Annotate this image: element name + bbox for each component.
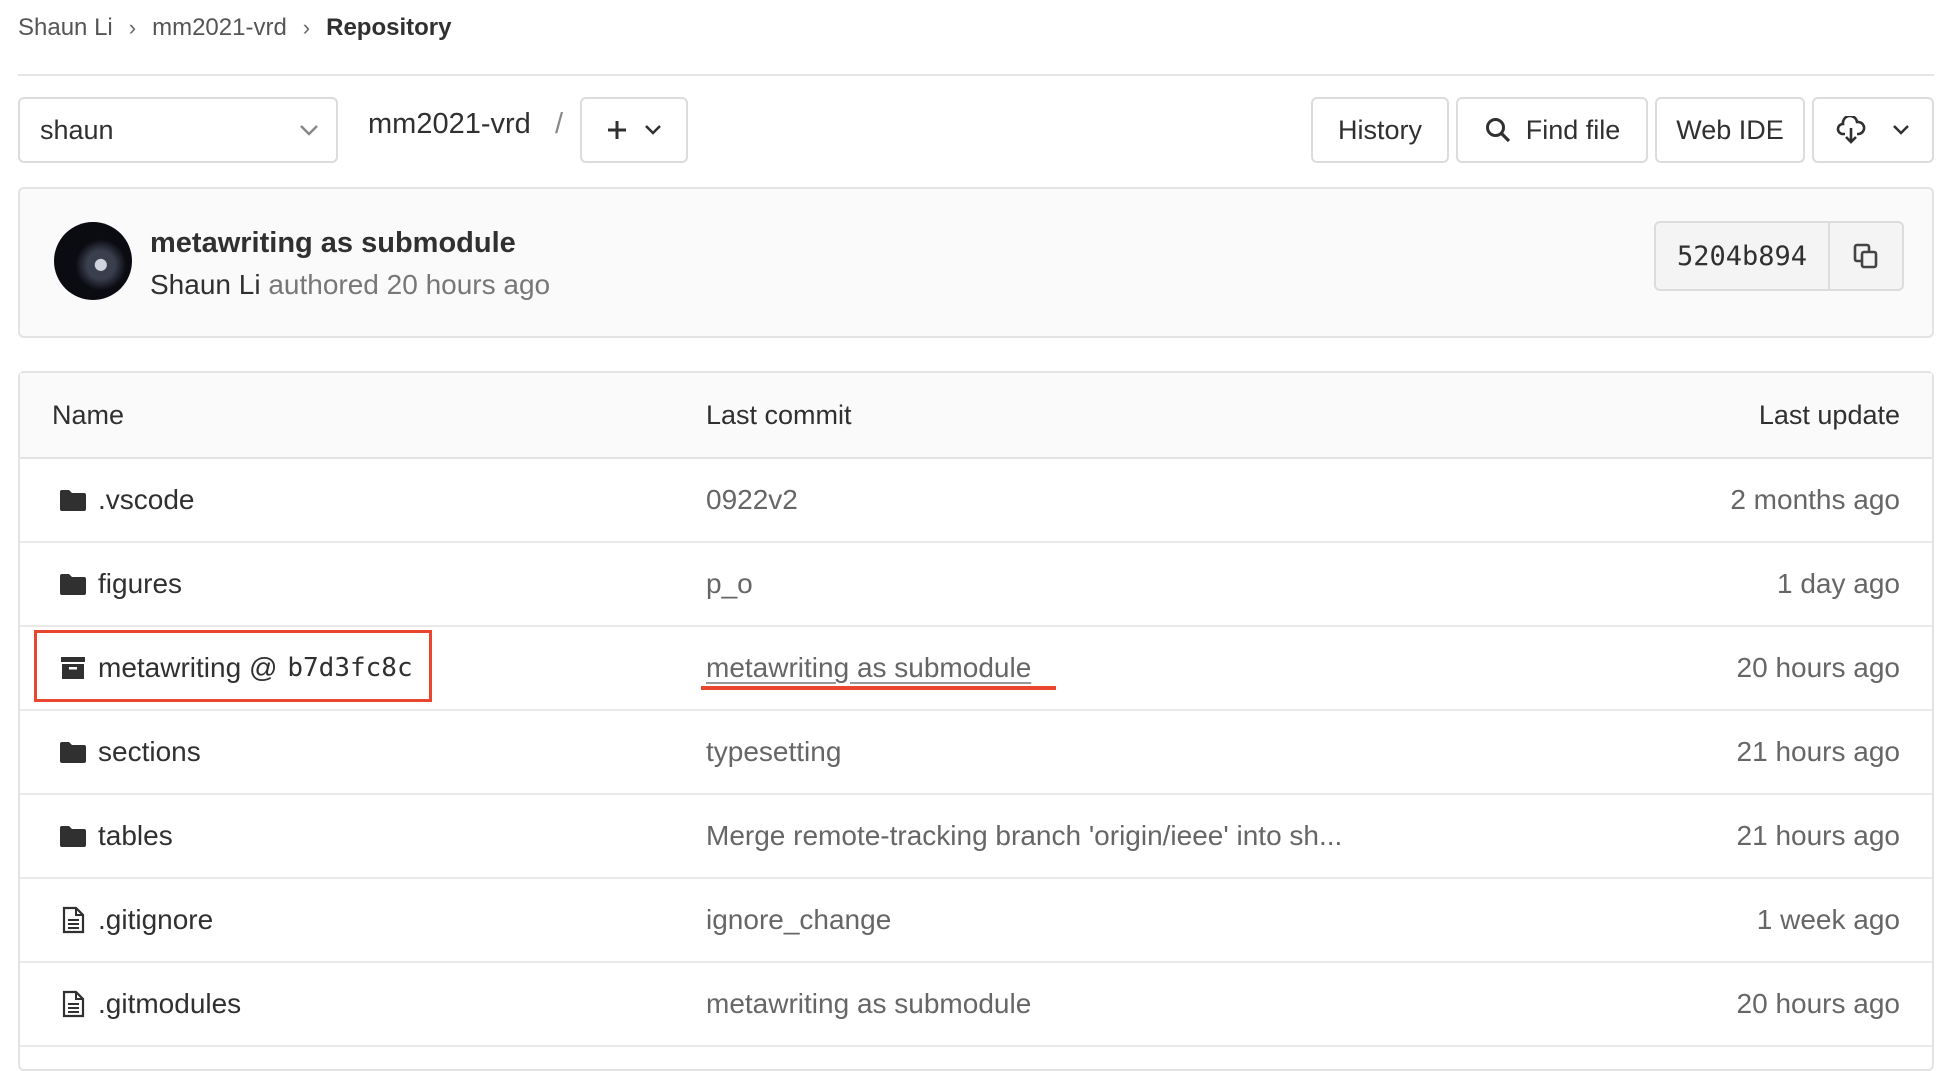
- last-update-time: 21 hours ago: [1736, 736, 1900, 767]
- file-name-cell[interactable]: metawriting @ b7d3fc8c: [58, 627, 413, 709]
- copy-sha-button[interactable]: [1830, 223, 1902, 289]
- search-icon: [1485, 118, 1510, 143]
- breadcrumb-repository[interactable]: Repository: [326, 14, 451, 42]
- commit-title[interactable]: metawriting as submodule: [150, 227, 516, 260]
- find-file-label: Find file: [1525, 114, 1621, 145]
- branch-select[interactable]: shaun: [18, 97, 338, 163]
- header-divider: [18, 74, 1934, 76]
- file-name[interactable]: figures: [98, 568, 182, 600]
- file-name[interactable]: .gitignore: [98, 904, 213, 936]
- file-text-icon: [62, 906, 85, 934]
- tree-header: Name Last commit Last update: [20, 373, 1932, 459]
- table-row[interactable]: figures p_o 1 day ago: [20, 543, 1932, 627]
- file-name-cell[interactable]: tables: [58, 795, 173, 877]
- branch-select-label: shaun: [40, 114, 114, 145]
- file-name-cell[interactable]: figures: [58, 543, 182, 625]
- folder-icon: [60, 826, 86, 847]
- file-name-cell[interactable]: .vscode: [58, 459, 195, 541]
- commit-meta: Shaun Li authored 20 hours ago: [150, 269, 550, 301]
- project-path-link[interactable]: mm2021-vrd: [368, 108, 531, 141]
- copy-icon: [1853, 243, 1878, 269]
- chevron-down-icon: [1893, 125, 1909, 135]
- annotation-underline: [701, 686, 1056, 690]
- breadcrumb-separator: ›: [302, 15, 311, 40]
- table-row[interactable]: .gitmodules metawriting as submodule 20 …: [20, 963, 1932, 1047]
- chevron-down-icon: [645, 125, 661, 135]
- last-update-time: 21 hours ago: [1736, 820, 1900, 851]
- file-name[interactable]: sections: [98, 736, 201, 768]
- submodule-sha[interactable]: b7d3fc8c: [287, 653, 412, 683]
- breadcrumb-user[interactable]: Shaun Li: [18, 14, 113, 42]
- breadcrumb-separator: ›: [128, 15, 137, 40]
- commit-message-link[interactable]: metawriting as submodule: [706, 963, 1031, 1045]
- cloud-download-icon: [1836, 116, 1866, 144]
- header-last-update: Last update: [1758, 399, 1900, 430]
- commit-message-link[interactable]: typesetting: [706, 711, 841, 793]
- file-text-icon: [62, 990, 85, 1018]
- table-row[interactable]: .gitignore ignore_change 1 week ago: [20, 879, 1932, 963]
- add-file-dropdown[interactable]: [580, 97, 688, 163]
- last-update-time: 20 hours ago: [1736, 652, 1900, 683]
- web-ide-button[interactable]: Web IDE: [1655, 97, 1805, 163]
- header-name: Name: [52, 399, 125, 430]
- last-update-time: 1 week ago: [1756, 904, 1900, 935]
- commit-message-link[interactable]: ignore_change: [706, 879, 891, 961]
- file-name-cell[interactable]: .gitmodules: [58, 963, 241, 1045]
- commit-message-link[interactable]: Merge remote-tracking branch 'origin/iee…: [706, 795, 1342, 877]
- file-name-cell[interactable]: .gitignore: [58, 879, 213, 961]
- last-update-time: 1 day ago: [1777, 568, 1900, 599]
- commit-message-link[interactable]: p_o: [706, 543, 753, 625]
- file-name[interactable]: .gitmodules: [98, 988, 241, 1020]
- file-tree: Name Last commit Last update .vscode 092…: [18, 371, 1934, 1071]
- avatar[interactable]: [54, 222, 132, 300]
- commit-sha[interactable]: 5204b894: [1656, 223, 1830, 289]
- commit-message-link[interactable]: 0922v2: [706, 459, 798, 541]
- path-separator: /: [555, 108, 564, 140]
- find-file-button[interactable]: Find file: [1456, 97, 1648, 163]
- last-update-time: 2 months ago: [1730, 484, 1900, 515]
- last-update-time: 20 hours ago: [1736, 988, 1900, 1019]
- last-commit-panel: metawriting as submodule Shaun Li author…: [18, 187, 1934, 338]
- breadcrumb-project[interactable]: mm2021-vrd: [152, 14, 287, 42]
- table-row[interactable]: metawriting @ b7d3fc8c metawriting as su…: [20, 627, 1932, 711]
- chevron-down-icon: [300, 125, 318, 136]
- file-name-cell[interactable]: sections: [58, 711, 201, 793]
- commit-authored-time: authored 20 hours ago: [268, 269, 551, 300]
- header-last-commit: Last commit: [706, 399, 852, 430]
- folder-icon: [60, 574, 86, 595]
- commit-sha-group: 5204b894: [1654, 221, 1904, 291]
- folder-icon: [60, 490, 86, 511]
- archive-icon: [61, 657, 85, 679]
- submodule-name[interactable]: metawriting @: [98, 652, 277, 684]
- plus-icon: [608, 121, 626, 139]
- table-row[interactable]: .vscode 0922v2 2 months ago: [20, 459, 1932, 543]
- table-row[interactable]: sections typesetting 21 hours ago: [20, 711, 1932, 795]
- file-name[interactable]: tables: [98, 820, 173, 852]
- file-name[interactable]: .vscode: [98, 484, 195, 516]
- history-button[interactable]: History: [1311, 97, 1449, 163]
- table-row[interactable]: tables Merge remote-tracking branch 'ori…: [20, 795, 1932, 879]
- breadcrumb: Shaun Li › mm2021-vrd › Repository: [18, 12, 451, 44]
- commit-author[interactable]: Shaun Li: [150, 269, 261, 300]
- folder-icon: [60, 742, 86, 763]
- commit-message-link[interactable]: metawriting as submodule: [706, 627, 1031, 709]
- clone-dropdown[interactable]: [1812, 97, 1934, 163]
